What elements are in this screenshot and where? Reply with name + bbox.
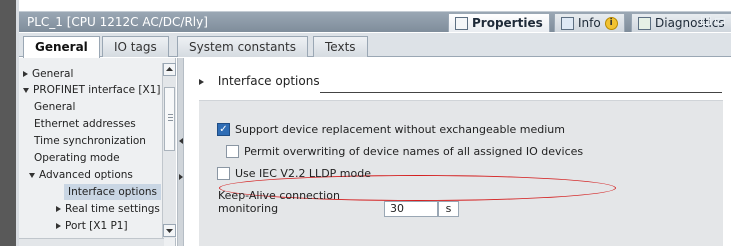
section-title: Interface options	[217, 74, 320, 88]
inspector-title-bar: PLC_1 [CPU 1212C AC/DC/Rly] Properties I…	[19, 11, 731, 32]
tab-general[interactable]: General	[23, 36, 100, 58]
expand-right-icon[interactable]	[179, 174, 183, 180]
section-header[interactable]: Interface options	[199, 74, 320, 88]
keep-alive-label-line1: Keep-Alive connection	[218, 189, 340, 202]
expand-arrow-icon[interactable]	[23, 71, 28, 77]
tab-system-constants[interactable]: System constants	[177, 36, 308, 57]
collapse-arrow-icon[interactable]	[23, 87, 29, 93]
tab-properties[interactable]: Properties	[448, 13, 550, 32]
grip-line	[168, 114, 173, 115]
nav-item-ethernet-addresses[interactable]: Ethernet addresses	[34, 116, 136, 132]
nav-item-label: Port [X1 P1]	[65, 220, 128, 232]
tab-info-label: Info	[578, 16, 601, 30]
float-window-icon[interactable]	[701, 16, 711, 25]
nav-item-operating-mode[interactable]: Operating mode	[34, 150, 120, 166]
pane-splitter[interactable]	[177, 58, 184, 246]
keep-alive-unit: s	[438, 201, 459, 217]
nav-item-real-time-settings[interactable]: Real time settings	[56, 201, 160, 217]
collapse-left-icon[interactable]	[179, 138, 183, 144]
tab-properties-label: Properties	[472, 16, 543, 30]
option-label: Permit overwriting of device names of al…	[244, 145, 584, 158]
nav-item-label: General	[32, 68, 74, 80]
tab-info[interactable]: Info i	[554, 13, 625, 32]
expand-arrow-icon[interactable]	[56, 223, 61, 229]
properties-icon	[455, 16, 468, 30]
nav-item-general[interactable]: General	[23, 66, 73, 82]
left-dark-strip	[0, 0, 16, 246]
diagnostics-icon	[638, 16, 651, 30]
tab-io-tags[interactable]: IO tags	[102, 36, 169, 57]
navigation-tree: General PROFINET interface [X1] General …	[19, 58, 176, 246]
scroll-thumb[interactable]	[164, 87, 175, 151]
scroll-up-button[interactable]	[163, 63, 176, 76]
nav-item-general-sub[interactable]: General	[34, 99, 75, 115]
checkbox-permit-overwriting[interactable]	[226, 145, 239, 158]
keep-alive-label-line2: monitoring	[218, 202, 279, 215]
window-title: PLC_1 [CPU 1212C AC/DC/Rly]	[27, 15, 208, 29]
info-icon	[561, 16, 574, 30]
nav-horizontal-scrollbar[interactable]	[19, 238, 164, 246]
chevron-up-icon	[166, 67, 173, 71]
section-arrow-icon	[199, 78, 204, 85]
tab-texts[interactable]: Texts	[313, 36, 368, 57]
nav-item-interface-options[interactable]: Interface options	[64, 184, 162, 200]
minimize-window-icon[interactable]	[715, 18, 725, 24]
warning-icon: i	[604, 16, 618, 30]
checkbox-iec-lldp-mode[interactable]	[217, 167, 230, 180]
expand-arrow-icon[interactable]	[56, 206, 61, 212]
section-divider	[320, 92, 722, 93]
nav-item-port-x1-p1[interactable]: Port [X1 P1]	[56, 218, 128, 234]
nav-item-label: Advanced options	[39, 169, 133, 181]
chevron-down-icon	[166, 229, 173, 233]
keep-alive-input[interactable]: 30	[384, 201, 438, 217]
scroll-down-button[interactable]	[163, 224, 176, 237]
option-support-device-replacement[interactable]: ✓ Support device replacement without exc…	[217, 123, 565, 136]
nav-item-advanced-options[interactable]: Advanced options	[29, 167, 133, 183]
keep-alive-label: Keep-Alive connection monitoring	[218, 189, 340, 215]
option-iec-lldp-mode[interactable]: Use IEC V2.2 LLDP mode	[217, 167, 371, 180]
content-pane: Interface options ✓ Support device repla…	[185, 58, 731, 246]
option-label: Support device replacement without excha…	[235, 123, 565, 136]
nav-item-label: PROFINET interface [X1]	[33, 84, 161, 96]
grip-line	[168, 120, 173, 121]
checkbox-support-device-replacement[interactable]: ✓	[217, 123, 230, 136]
option-permit-overwriting-device-names[interactable]: Permit overwriting of device names of al…	[226, 145, 583, 158]
grip-line	[168, 117, 173, 118]
property-tabbar: General IO tags System constants Texts	[19, 33, 731, 58]
option-label: Use IEC V2.2 LLDP mode	[235, 167, 371, 180]
nav-item-profinet-interface[interactable]: PROFINET interface [X1]	[23, 82, 161, 98]
options-panel: ✓ Support device replacement without exc…	[199, 100, 723, 246]
nav-item-time-synchronization[interactable]: Time synchronization	[34, 133, 146, 149]
nav-vertical-scrollbar[interactable]	[162, 63, 176, 238]
nav-item-label: Real time settings	[65, 203, 160, 215]
collapse-arrow-icon[interactable]	[29, 172, 35, 178]
